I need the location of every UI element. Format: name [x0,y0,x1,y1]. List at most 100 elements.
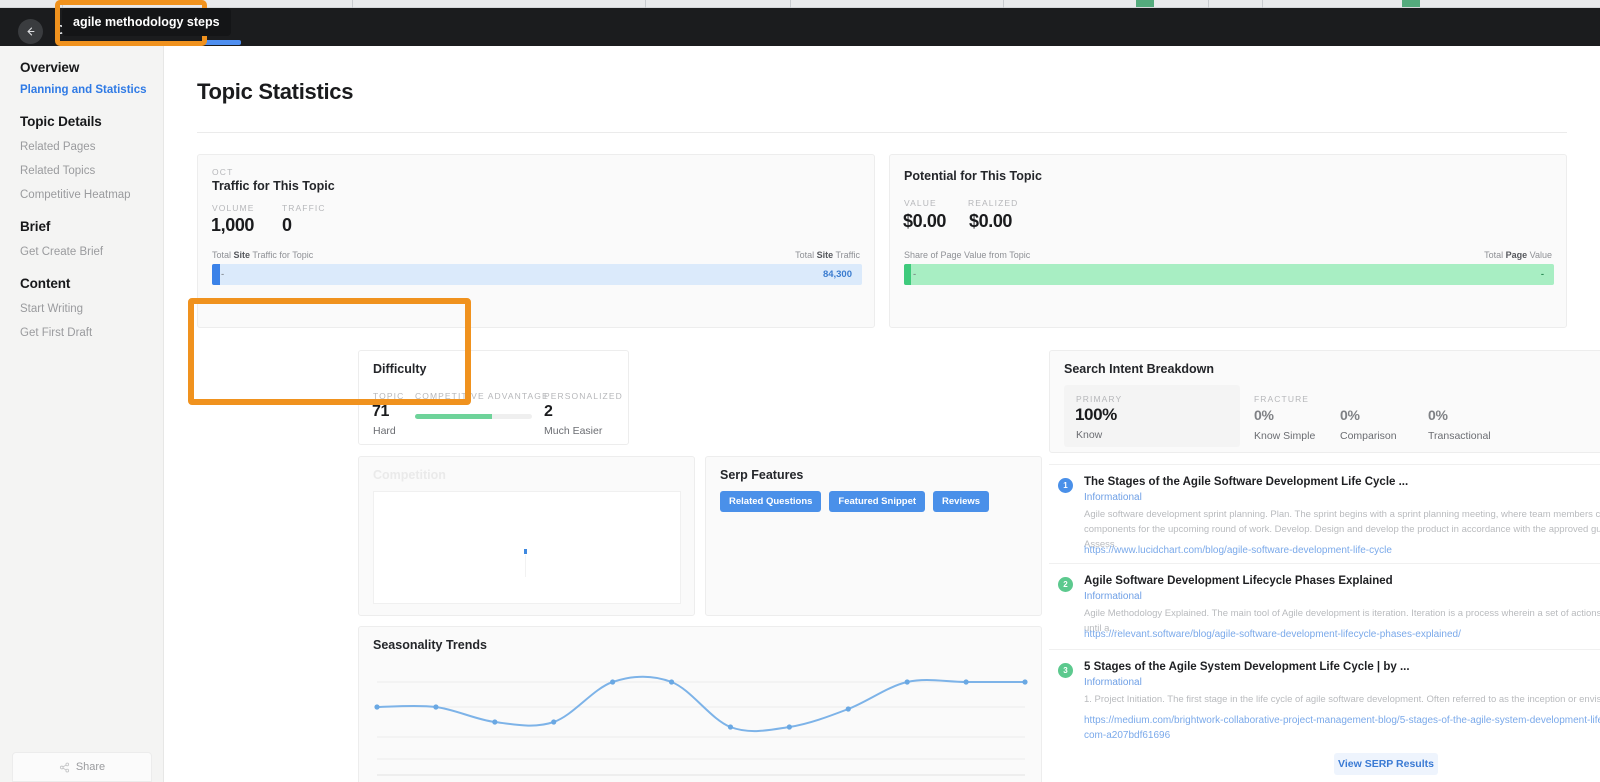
value-label: VALUE [904,198,937,208]
serp-divider [1049,649,1600,650]
difficulty-topic-label: TOPIC [373,391,404,401]
serp-results-list: 1 The Stages of the Agile Software Devel… [1049,464,1600,782]
potential-progress-bar [904,264,1554,285]
potential-card: Potential for This Topic VALUE REALIZED … [889,154,1567,328]
potential-bar-caption-right: Total Page Value [1484,250,1552,260]
chart-data-point[interactable] [728,724,733,729]
chart-line-series [377,677,1025,731]
fracture-column-transactional: 0% Transactional [1428,407,1491,442]
sidebar-item-related-pages[interactable]: Related Pages [0,141,163,153]
main-content: Topic Statistics OCT Traffic for This To… [164,46,1600,782]
seasonality-card-title: Seasonality Trends [373,638,487,652]
back-button[interactable] [18,19,43,44]
search-intent-card: Search Intent Breakdown PRIMARY 100% Kno… [1049,350,1600,453]
fracture-sub-transactional: Transactional [1428,430,1491,442]
chart-data-point[interactable] [669,679,674,684]
fracture-value-comparison: 0% [1340,407,1397,423]
fracture-sub-comparison: Comparison [1340,430,1397,442]
chart-data-point[interactable] [551,719,556,724]
serp-result-description: 1. Project Initiation. The first stage i… [1084,692,1600,707]
chart-data-point[interactable] [963,679,968,684]
chart-data-point[interactable] [374,704,379,709]
sidebar-item-get-create-brief[interactable]: Get Create Brief [0,246,163,258]
seasonality-chart: NovDecJanFebMarAprMayJunJulAugSept [369,657,1033,782]
chart-data-point[interactable] [1022,679,1027,684]
chart-data-point[interactable] [433,704,438,709]
serp-feature-tag-related-questions[interactable]: Related Questions [720,491,821,512]
serp-rank-badge: 1 [1058,478,1073,493]
fracture-label: FRACTURE [1254,394,1309,404]
sidebar-section-brief: Brief [0,219,163,234]
sidebar-item-start-writing[interactable]: Start Writing [0,303,163,315]
chart-data-point[interactable] [846,706,851,711]
chart-data-point[interactable] [610,679,615,684]
competition-plot [373,491,681,604]
search-intent-card-title: Search Intent Breakdown [1064,362,1214,376]
sidebar-section-overview: Overview [0,60,163,75]
serp-result-title[interactable]: Agile Software Development Lifecycle Pha… [1084,575,1393,587]
realized-label: REALIZED [968,198,1018,208]
sidebar-section-topic-details: Topic Details [0,114,163,129]
primary-intent-block: PRIMARY 100% Know [1064,385,1240,447]
traffic-bar-value-left: - [221,269,224,280]
difficulty-topic-value: 71 [372,403,389,421]
sidebar-item-related-topics[interactable]: Related Topics [0,165,163,177]
traffic-card-title: Traffic for This Topic [212,179,335,193]
difficulty-card: Difficulty TOPIC COMPETITIVE ADVANTAGE P… [358,350,629,445]
share-button[interactable]: Share [12,752,152,782]
sidebar: Overview Planning and Statistics Topic D… [0,46,164,782]
sidebar-item-competitive-heatmap[interactable]: Competitive Heatmap [0,189,163,201]
sidebar-item-get-first-draft[interactable]: Get First Draft [0,327,163,339]
view-serp-results-button[interactable]: View SERP Results [1334,753,1438,775]
traffic-value: 0 [282,215,292,236]
personalized-label: PERSONALIZED [544,391,623,401]
serp-result-intent: Informational [1084,677,1142,688]
personalized-sub: Much Easier [544,425,602,437]
serp-divider [1049,464,1600,465]
traffic-progress-bar [212,264,862,285]
title-divider [197,132,1567,133]
competition-axis-tick [525,555,526,577]
serp-feature-tag-reviews[interactable]: Reviews [933,491,989,512]
serp-result-url[interactable]: https://relevant.software/blog/agile-sof… [1084,627,1600,642]
serp-result-title[interactable]: The Stages of the Agile Software Develop… [1084,476,1408,488]
potential-card-title: Potential for This Topic [904,169,1042,183]
difficulty-card-title: Difficulty [373,362,426,376]
header-active-tab-indicator [203,40,241,45]
fracture-column-know-simple: 0% Know Simple [1254,407,1315,442]
sidebar-section-content: Content [0,276,163,291]
serp-result-url[interactable]: https://medium.com/brightwork-collaborat… [1084,713,1600,743]
serp-rank-badge: 3 [1058,663,1073,678]
potential-bar-caption-left: Share of Page Value from Topic [904,250,1030,260]
serp-features-card-title: Serp Features [720,468,803,482]
competition-data-point [524,549,527,554]
serp-result-url[interactable]: https://www.lucidchart.com/blog/agile-so… [1084,543,1600,558]
primary-intent-label: PRIMARY [1076,394,1122,404]
topic-tooltip: agile methodology steps [62,8,231,36]
chart-data-point[interactable] [492,719,497,724]
share-icon [59,762,70,773]
chart-data-point[interactable] [787,724,792,729]
primary-intent-value: 100% [1075,405,1117,425]
competition-card-title: Competition [373,468,446,482]
share-button-label: Share [76,761,105,773]
serp-features-tag-row: Related Questions Featured Snippet Revie… [720,491,989,512]
volume-value: 1,000 [211,215,254,236]
potential-bar-value-left: - [913,269,916,280]
seasonality-trends-card: Seasonality Trends NovDecJanFebMarAprMay… [358,626,1042,782]
primary-intent-sub: Know [1076,429,1102,441]
realized-value: $0.00 [969,211,1012,232]
personalized-value: 2 [544,403,553,421]
fracture-value-know-simple: 0% [1254,407,1315,423]
traffic-progress-fill [212,264,220,285]
serp-result-title[interactable]: 5 Stages of the Agile System Development… [1084,661,1410,673]
serp-result-intent: Informational [1084,591,1142,602]
seasonality-chart-svg: NovDecJanFebMarAprMayJunJulAugSept [369,657,1033,782]
sidebar-item-planning-and-statistics[interactable]: Planning and Statistics [0,84,163,96]
volume-label: VOLUME [212,203,255,213]
serp-feature-tag-featured-snippet[interactable]: Featured Snippet [829,491,925,512]
traffic-card: OCT Traffic for This Topic VOLUME TRAFFI… [197,154,875,328]
chart-data-point[interactable] [905,679,910,684]
potential-bar-value-right: - [1541,269,1544,280]
traffic-bar-caption-right: Total Site Traffic [795,250,860,260]
